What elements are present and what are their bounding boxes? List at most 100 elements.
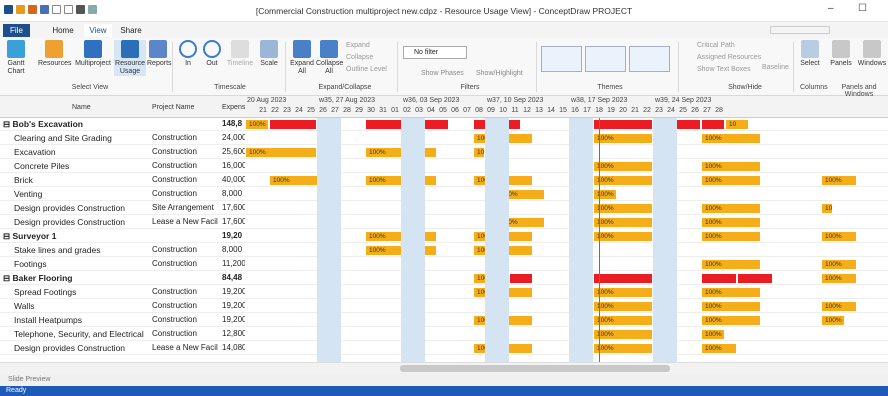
table-row[interactable]: Brick Construction 40,000 100% 100% 100% 100% 1… [0, 174, 888, 187]
resource-group-row[interactable]: ⊟ Baker Flooring84,48100%100% [0, 272, 888, 285]
horizontal-scrollbar[interactable] [0, 362, 888, 374]
separator [678, 42, 679, 92]
show-text-boxes-option[interactable]: Show Text Boxes [697, 66, 751, 73]
usage-bar[interactable]: 100% [822, 260, 856, 269]
table-row[interactable]: Walls Construction 19,200 100% 100% 100% [0, 300, 888, 313]
assigned-resources-option[interactable]: Assigned Resources [697, 54, 761, 61]
expand-all-button[interactable]: Expand All [290, 40, 314, 76]
usage-bar[interactable]: 100% [594, 232, 652, 241]
multiproject-button[interactable]: Multiproject [74, 40, 112, 68]
usage-bar[interactable]: 100% [702, 288, 760, 297]
table-row[interactable]: Concrete Piles Construction 16,000 100% 100% [0, 160, 888, 173]
usage-bar[interactable]: 100% [246, 148, 316, 157]
gantt-chart-button[interactable]: Gantt Chart [2, 40, 30, 76]
table-row[interactable]: Stake lines and grades Construction 8,000 1… [0, 244, 888, 257]
usage-bar[interactable]: 100% [702, 134, 760, 143]
table-row[interactable]: Spread Footings Construction 19,200 100% 100… [0, 286, 888, 299]
tab-view[interactable]: View [84, 24, 112, 37]
usage-bar[interactable]: 100% [702, 302, 760, 311]
column-expense-header[interactable]: Expense [222, 104, 245, 111]
maximize-button[interactable]: ☐ [858, 3, 867, 14]
usage-bar[interactable]: 100% [594, 344, 652, 353]
show-highlight-option[interactable]: Show/Highlight [476, 70, 523, 77]
usage-bar[interactable]: 100% [822, 274, 856, 283]
usage-bar[interactable]: 100% [702, 260, 760, 269]
usage-bar[interactable]: 100% [246, 120, 268, 129]
usage-bar[interactable]: 100% [822, 176, 856, 185]
theme-1[interactable] [541, 46, 582, 72]
filter-select[interactable]: No filter [403, 46, 467, 59]
resource-group-row[interactable]: ⊟ Surveyor 119,20100%100%100%100%100% [0, 230, 888, 243]
table-row[interactable]: Design provides Construction Site Arrange… [0, 202, 888, 215]
usage-bar[interactable]: 100% [594, 330, 652, 339]
column-project-header[interactable]: Project Name [152, 104, 194, 111]
usage-bar[interactable]: 10 [726, 120, 748, 129]
usage-bar[interactable]: 100% [822, 302, 856, 311]
table-row[interactable]: Venting Construction 8,000 100% 100% [0, 188, 888, 201]
resources-button[interactable]: Resources [38, 40, 71, 68]
resource-group-row[interactable]: ⊟ Bob's Excavation 148,8 100% 10 [0, 118, 888, 131]
usage-bar[interactable]: 100% [822, 232, 856, 241]
usage-bar[interactable]: 100% [594, 134, 652, 143]
usage-bar[interactable]: 100% [702, 162, 760, 171]
expand-option[interactable]: Expand [346, 42, 370, 49]
theme-2[interactable] [585, 46, 626, 72]
usage-bar[interactable] [510, 274, 532, 283]
usage-bar[interactable]: 100% [702, 176, 760, 185]
search-box[interactable] [770, 26, 830, 34]
zoom-in-button[interactable]: In [178, 40, 198, 68]
usage-bar[interactable]: 100% [594, 190, 616, 199]
usage-bar[interactable] [594, 274, 652, 283]
scroll-thumb[interactable] [400, 365, 670, 372]
usage-bar[interactable] [702, 120, 724, 129]
usage-bar[interactable] [738, 274, 772, 283]
show-phases-option[interactable]: Show Phases [421, 70, 464, 77]
panels-button[interactable]: Panels [827, 40, 855, 68]
collapse-option[interactable]: Collapse [346, 54, 373, 61]
table-row[interactable]: Install Heatpumps Construction 19,200 100% 1… [0, 314, 888, 327]
usage-bar[interactable]: 100% [702, 316, 760, 325]
usage-bar[interactable]: 100% [702, 330, 724, 339]
theme-3[interactable] [629, 46, 670, 72]
usage-bar[interactable]: 100% [594, 162, 652, 171]
table-row[interactable]: Design provides Construction Lease a New … [0, 342, 888, 355]
windows-button[interactable]: Windows [856, 40, 888, 68]
usage-bar[interactable]: 100% [594, 302, 652, 311]
table-row[interactable]: Telephone, Security, and Electrical Const… [0, 328, 888, 341]
tab-file[interactable]: File [3, 24, 30, 37]
table-row[interactable]: Clearing and Site Grading Construction 24,… [0, 132, 888, 145]
task-name: Clearing and Site Grading [14, 133, 112, 143]
reports-button[interactable]: Reports [147, 40, 172, 68]
baseline-option[interactable]: Baseline [762, 64, 789, 71]
resource-usage-button[interactable]: Resource Usage [114, 40, 146, 76]
select-columns-button[interactable]: Select [797, 40, 823, 68]
collapse-all-button[interactable]: Collapse All [316, 40, 343, 76]
timeline-button[interactable]: Timeline [226, 40, 254, 68]
usage-bar[interactable]: 100% [594, 176, 652, 185]
usage-bar[interactable]: 10 [474, 148, 484, 157]
usage-bar[interactable]: 100% [822, 316, 844, 325]
minimize-button[interactable]: – [828, 3, 834, 14]
usage-bar[interactable]: 100% [702, 218, 736, 227]
slide-preview-bar[interactable]: Slide Preview [0, 374, 888, 386]
usage-bar[interactable] [270, 120, 316, 129]
tab-share[interactable]: Share [117, 24, 145, 37]
outline-level-option[interactable]: Outline Level [346, 66, 387, 73]
usage-bar[interactable]: 10 [822, 204, 832, 213]
usage-bar[interactable]: 100% [702, 344, 736, 353]
table-row[interactable]: Design provides Construction Lease a New … [0, 216, 888, 229]
column-name-header[interactable]: Name [72, 104, 91, 111]
usage-bar[interactable]: 100% [702, 204, 760, 213]
usage-bar[interactable]: 100% [594, 316, 652, 325]
tab-home[interactable]: Home [48, 24, 78, 37]
zoom-out-button[interactable]: Out [202, 40, 222, 68]
usage-bar[interactable]: 100% [594, 218, 652, 227]
scale-button[interactable]: Scale [258, 40, 280, 68]
usage-bar[interactable]: 100% [594, 204, 652, 213]
table-row[interactable]: Footings Construction 11,200 100% 100% [0, 258, 888, 271]
usage-bar[interactable]: 100% [702, 232, 760, 241]
usage-bar[interactable]: 100% [594, 288, 652, 297]
usage-bar[interactable] [702, 274, 736, 283]
table-row[interactable]: Excavation Construction 25,600 100% 100% 10 [0, 146, 888, 159]
critical-path-option[interactable]: Critical Path [697, 42, 735, 49]
